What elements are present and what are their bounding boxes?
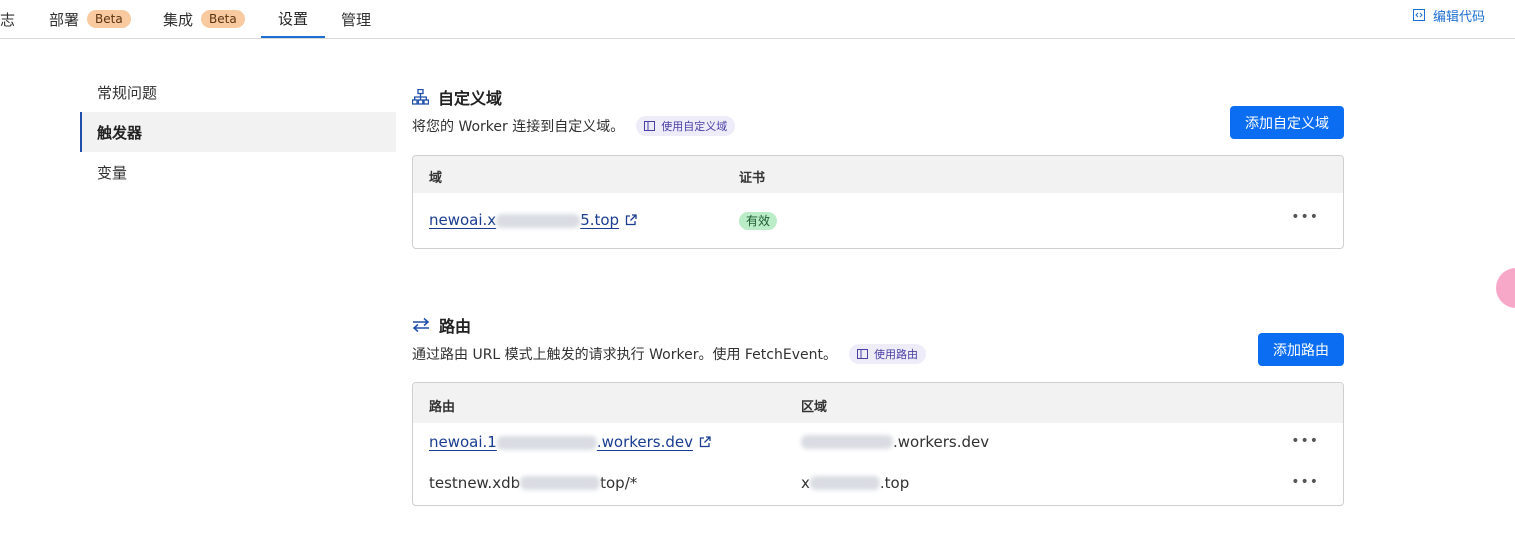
row-more-options-icon[interactable]: ••• xyxy=(1291,209,1319,225)
doc-link-label: 使用路由 xyxy=(873,348,918,361)
swap-arrows-icon xyxy=(412,317,430,333)
section-title-text: 路由 xyxy=(439,317,472,336)
table-header: 路由 区域 xyxy=(413,383,1343,423)
tab-label: 志 xyxy=(0,10,16,29)
route-text-end: top/* xyxy=(600,474,638,492)
routes-doc-link[interactable]: 使用路由 xyxy=(848,344,926,364)
section-description-text: 通过路由 URL 模式上触发的请求执行 Worker。使用 FetchEvent… xyxy=(412,347,837,363)
redacted-blur xyxy=(801,435,893,449)
redacted-blur xyxy=(496,435,597,450)
domain-text-start: newoai.x xyxy=(429,211,497,229)
certificate-status-badge: 有效 xyxy=(739,212,778,230)
redacted-blur xyxy=(520,476,601,490)
routes-title: 路由 xyxy=(412,314,1344,336)
custom-domains-doc-link[interactable]: 使用自定义域 xyxy=(636,116,736,136)
add-route-button[interactable]: 添加路由 xyxy=(1258,333,1344,366)
settings-sidenav: 常规问题 触发器 变量 xyxy=(80,72,396,192)
routes-section: 路由 通过路由 URL 模式上触发的请求执行 Worker。使用 FetchEv… xyxy=(412,314,1344,507)
route-link[interactable]: newoai.1 .workers.dev xyxy=(429,433,693,451)
top-tab-bar: 志 部署 Beta 集成 Beta 设置 管理 编辑代码 xyxy=(0,0,1515,39)
edit-code-button[interactable]: 编辑代码 xyxy=(1412,6,1485,25)
domain-link[interactable]: newoai.x 5.top xyxy=(429,211,619,229)
table-row: newoai.x 5.top 有效 ••• xyxy=(413,193,1343,248)
floating-assistant-bubble[interactable] xyxy=(1496,268,1515,308)
tab-label: 管理 xyxy=(341,10,372,29)
zone-text-end: .top xyxy=(879,474,910,492)
route-cell: newoai.1 .workers.dev xyxy=(429,433,711,451)
table-header: 域 证书 xyxy=(413,156,1343,193)
zone-text-start: x xyxy=(801,474,810,492)
tab-integrations[interactable]: 集成 Beta xyxy=(163,0,245,38)
section-title-text: 自定义域 xyxy=(438,89,503,108)
doc-link-label: 使用自定义域 xyxy=(661,120,728,133)
route-text-start: testnew.xdb xyxy=(429,474,521,492)
edit-code-label: 编辑代码 xyxy=(1432,9,1485,25)
sidenav-item-label: 触发器 xyxy=(97,123,143,142)
sidenav-item-variables[interactable]: 变量 xyxy=(80,152,396,192)
zone-text-end: .workers.dev xyxy=(893,433,990,451)
beta-badge: Beta xyxy=(201,10,245,28)
routes-description: 通过路由 URL 模式上触发的请求执行 Worker。使用 FetchEvent… xyxy=(412,344,1344,364)
zone-cell: x .top xyxy=(801,474,909,492)
tab-label: 集成 xyxy=(163,10,194,29)
column-header-certificate: 证书 xyxy=(739,171,766,186)
zone-cell: .workers.dev xyxy=(801,433,989,451)
tab-settings[interactable]: 设置 xyxy=(261,0,325,38)
domain-text-end: 5.top xyxy=(580,211,620,229)
external-link-icon[interactable] xyxy=(699,436,711,448)
tab-label: 设置 xyxy=(277,9,308,28)
tab-label: 部署 xyxy=(49,10,80,29)
custom-domains-title: 自定义域 xyxy=(412,86,1344,108)
add-custom-domain-button[interactable]: 添加自定义域 xyxy=(1230,106,1344,139)
sidenav-item-triggers[interactable]: 触发器 xyxy=(80,112,396,152)
custom-domains-description: 将您的 Worker 连接到自定义域。 使用自定义域 xyxy=(412,116,1344,136)
redacted-blur xyxy=(496,213,581,228)
route-cell: testnew.xdb top/* xyxy=(429,474,637,492)
custom-domains-table: 域 证书 newoai.x 5.top 有效 ••• xyxy=(412,155,1344,249)
row-more-options-icon[interactable]: ••• xyxy=(1291,433,1319,449)
column-header-route: 路由 xyxy=(429,400,456,415)
code-icon xyxy=(1412,9,1425,21)
sitemap-icon xyxy=(412,89,429,105)
route-text-start: newoai.1 xyxy=(429,433,497,451)
domain-cell: newoai.x 5.top xyxy=(429,211,637,229)
tab-deployments[interactable]: 部署 Beta xyxy=(49,0,131,38)
row-more-options-icon[interactable]: ••• xyxy=(1291,474,1319,490)
custom-domains-section: 自定义域 将您的 Worker 连接到自定义域。 使用自定义域 添加自定义域 域… xyxy=(412,86,1344,251)
sidenav-item-general[interactable]: 常规问题 xyxy=(80,72,396,112)
sidenav-item-label: 变量 xyxy=(97,163,128,182)
certificate-cell: 有效 xyxy=(739,212,778,230)
redacted-blur xyxy=(809,476,880,490)
external-link-icon[interactable] xyxy=(625,214,637,226)
table-row: testnew.xdb top/* x .top ••• xyxy=(413,464,1343,505)
sidenav-item-label: 常规问题 xyxy=(97,83,158,102)
tab-manage[interactable]: 管理 xyxy=(341,0,371,38)
tab-logs[interactable]: 志 xyxy=(0,0,15,38)
table-row: newoai.1 .workers.dev .workers.dev ••• xyxy=(413,423,1343,464)
routes-table: 路由 区域 newoai.1 .workers.dev .workers.dev … xyxy=(412,382,1344,506)
column-header-zone: 区域 xyxy=(801,400,828,415)
section-description-text: 将您的 Worker 连接到自定义域。 xyxy=(412,119,625,135)
column-header-domain: 域 xyxy=(429,171,443,186)
book-icon xyxy=(644,121,656,131)
book-icon xyxy=(856,349,868,359)
route-text-end: .workers.dev xyxy=(596,433,693,451)
beta-badge: Beta xyxy=(87,10,131,28)
